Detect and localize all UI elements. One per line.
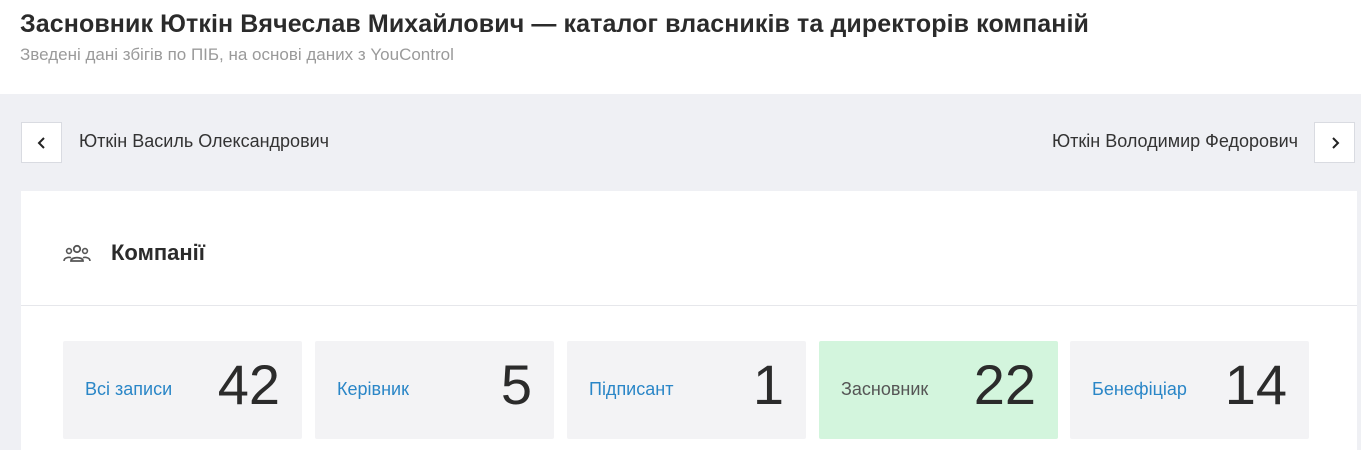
chevron-right-icon [1331, 136, 1339, 149]
stat-director[interactable]: Керівник 5 [315, 341, 554, 439]
page-header: Засновник Юткін Вячеслав Михайлович — ка… [0, 0, 1361, 94]
next-person-link[interactable]: Юткін Володимир Федорович [1052, 131, 1298, 152]
people-group-icon [63, 244, 91, 262]
companies-card-header: Компанії [21, 191, 1357, 306]
stat-signatory[interactable]: Підписант 1 [567, 341, 806, 439]
stat-founder[interactable]: Засновник 22 [819, 341, 1058, 439]
prev-person-link[interactable]: Юткін Василь Олександрович [79, 131, 329, 152]
stat-beneficiary[interactable]: Бенефіціар 14 [1070, 341, 1309, 439]
stat-count: 5 [500, 353, 532, 416]
page-title: Засновник Юткін Вячеслав Михайлович — ка… [20, 10, 1090, 38]
stat-label: Керівник [337, 379, 409, 399]
companies-card: Компанії Всі записи 42 Керівник 5 Підпис… [21, 191, 1357, 450]
page-subtitle: Зведені дані збігів по ПІБ, на основі да… [20, 45, 454, 64]
chevron-left-icon [37, 136, 45, 149]
stat-label: Підписант [589, 379, 674, 399]
stat-count: 14 [1224, 353, 1287, 416]
stat-count: 1 [752, 353, 784, 416]
stat-label: Бенефіціар [1092, 379, 1187, 399]
prev-person-button[interactable] [21, 122, 62, 163]
companies-title: Компанії [111, 240, 205, 265]
stat-count: 22 [973, 353, 1036, 416]
stat-label: Засновник [841, 379, 929, 399]
stat-count: 42 [217, 353, 280, 416]
next-person-button[interactable] [1314, 122, 1355, 163]
stat-label: Всі записи [85, 379, 173, 399]
stat-all-records[interactable]: Всі записи 42 [63, 341, 302, 439]
